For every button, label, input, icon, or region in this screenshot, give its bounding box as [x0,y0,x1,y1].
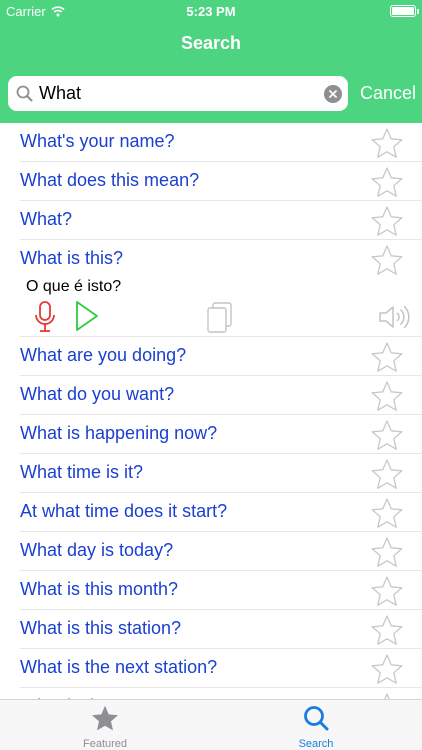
page-title: Search [180,33,242,53]
star-icon[interactable] [370,380,404,412]
list-item[interactable]: What time is it? [20,454,422,493]
tab-search[interactable]: Search [261,704,371,750]
phrase-text[interactable]: What day is today? [20,540,173,561]
phrase-text[interactable]: What's your name? [20,131,175,152]
status-bar: Carrier 5:23 PM [0,0,422,22]
search-field[interactable] [8,76,348,111]
list-item[interactable]: What is happening now? [20,415,422,454]
list-item[interactable]: What does this mean? [20,162,422,201]
search-icon [304,706,329,731]
tab-search-label: Search [298,738,334,750]
phrase-text[interactable]: What is the next station? [20,657,217,678]
tab-featured-label: Featured [82,738,128,750]
search-input[interactable] [39,76,319,111]
tab-bar: Featured Search [0,699,422,750]
phrase-text[interactable]: What time is it? [20,462,143,483]
list-item[interactable]: What are you doing? [20,337,422,376]
status-time: 5:23 PM [186,4,236,19]
tab-featured[interactable]: Featured [50,704,160,750]
star-icon[interactable] [370,166,404,198]
copy-icon[interactable] [206,302,236,334]
star-icon[interactable] [370,497,404,529]
speaker-icon[interactable] [378,304,410,330]
star-icon[interactable] [370,575,404,607]
star-icon[interactable] [370,244,404,276]
phrase-text[interactable]: What is this station? [20,618,181,639]
phrase-text[interactable]: What? [20,209,72,230]
list-item[interactable]: At what time does it start? [20,493,422,532]
phrase-text[interactable]: What does this mean? [20,170,199,191]
star-icon[interactable] [370,127,404,159]
star-filled-icon [92,705,118,731]
star-icon[interactable] [370,205,404,237]
star-icon[interactable] [370,614,404,646]
star-icon[interactable] [370,692,404,699]
star-icon[interactable] [370,419,404,451]
expanded-row[interactable]: What is this? O que é isto? [20,240,422,337]
search-icon [16,85,33,102]
list-item[interactable]: What is this month? [20,571,422,610]
microphone-icon[interactable] [34,300,56,334]
list-item[interactable]: What day is today? [20,532,422,571]
play-icon[interactable] [74,300,100,332]
phrase-text[interactable]: What is this month? [20,579,178,600]
list-item[interactable]: What is the next stop? [20,688,422,699]
phrase-text[interactable]: What are you doing? [20,345,186,366]
battery-icon [390,5,419,17]
list-item[interactable]: What? [20,201,422,240]
header-bar: Carrier 5:23 PM Search Cancel [0,0,422,123]
list-item[interactable]: What's your name? [20,123,422,162]
list-item[interactable]: What is this station? [20,610,422,649]
star-icon[interactable] [370,458,404,490]
clear-icon[interactable] [324,85,342,103]
list-item[interactable]: What is the next station? [20,649,422,688]
phrase-text[interactable]: What do you want? [20,384,174,405]
phrase-text[interactable]: What is happening now? [20,423,217,444]
cancel-button[interactable]: Cancel [360,83,416,104]
phrase-text[interactable]: What is this? [20,248,123,269]
star-icon[interactable] [370,341,404,373]
results-list: What's your name? What does this mean? Wha… [0,123,422,699]
list-item[interactable]: What do you want? [20,376,422,415]
star-icon[interactable] [370,653,404,685]
translation-text: O que é isto? [26,278,122,295]
star-icon[interactable] [370,536,404,568]
phrase-text[interactable]: At what time does it start? [20,501,227,522]
